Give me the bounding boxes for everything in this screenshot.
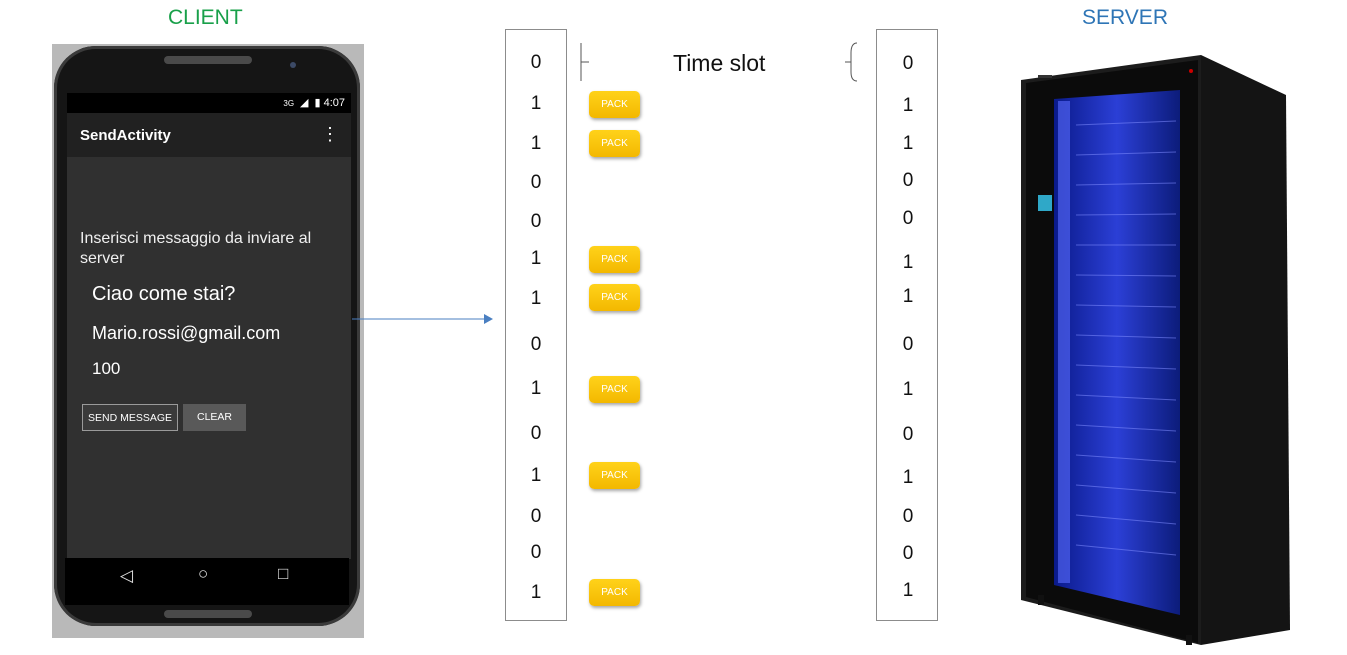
pack-badge: PACK [589,579,640,606]
client-bit: 0 [530,172,542,193]
client-bit: 1 [530,582,542,603]
client-bit: 0 [530,211,542,232]
server-bit: 0 [902,506,914,527]
server-rack [1021,55,1290,645]
pack-badge: PACK [589,246,640,273]
pack-badge: PACK [589,91,640,118]
pack-badge: PACK [589,376,640,403]
pack-badge: PACK [589,462,640,489]
client-bit: 1 [530,93,542,114]
server-bit: 0 [902,53,914,74]
server-bit: 1 [902,580,914,601]
client-bit: 0 [530,506,542,527]
client-bit: 0 [530,423,542,444]
server-bit: 1 [902,467,914,488]
client-bit: 1 [530,465,542,486]
client-bit: 1 [530,288,542,309]
client-bit: 0 [530,52,542,73]
pack-badge: PACK [589,130,640,157]
server-bit: 0 [902,424,914,445]
client-bit: 1 [530,133,542,154]
server-bit: 1 [902,252,914,273]
server-bit: 1 [902,133,914,154]
server-bit: 0 [902,170,914,191]
client-bit: 0 [530,542,542,563]
client-bit: 0 [530,334,542,355]
pack-badge: PACK [589,284,640,311]
client-bit: 1 [530,248,542,269]
client-bit-column [505,29,567,621]
time-slot-bracket-left [580,43,589,81]
time-slot-label: Time slot [673,50,766,76]
client-bit: 1 [530,378,542,399]
server-bit: 1 [902,95,914,116]
server-bit: 1 [902,379,914,400]
time-slot-bracket-right [845,42,858,82]
server-bit: 0 [902,543,914,564]
server-bit: 0 [902,208,914,229]
server-bit: 1 [902,286,914,307]
server-bit: 0 [902,334,914,355]
server-bit-column [876,29,938,621]
